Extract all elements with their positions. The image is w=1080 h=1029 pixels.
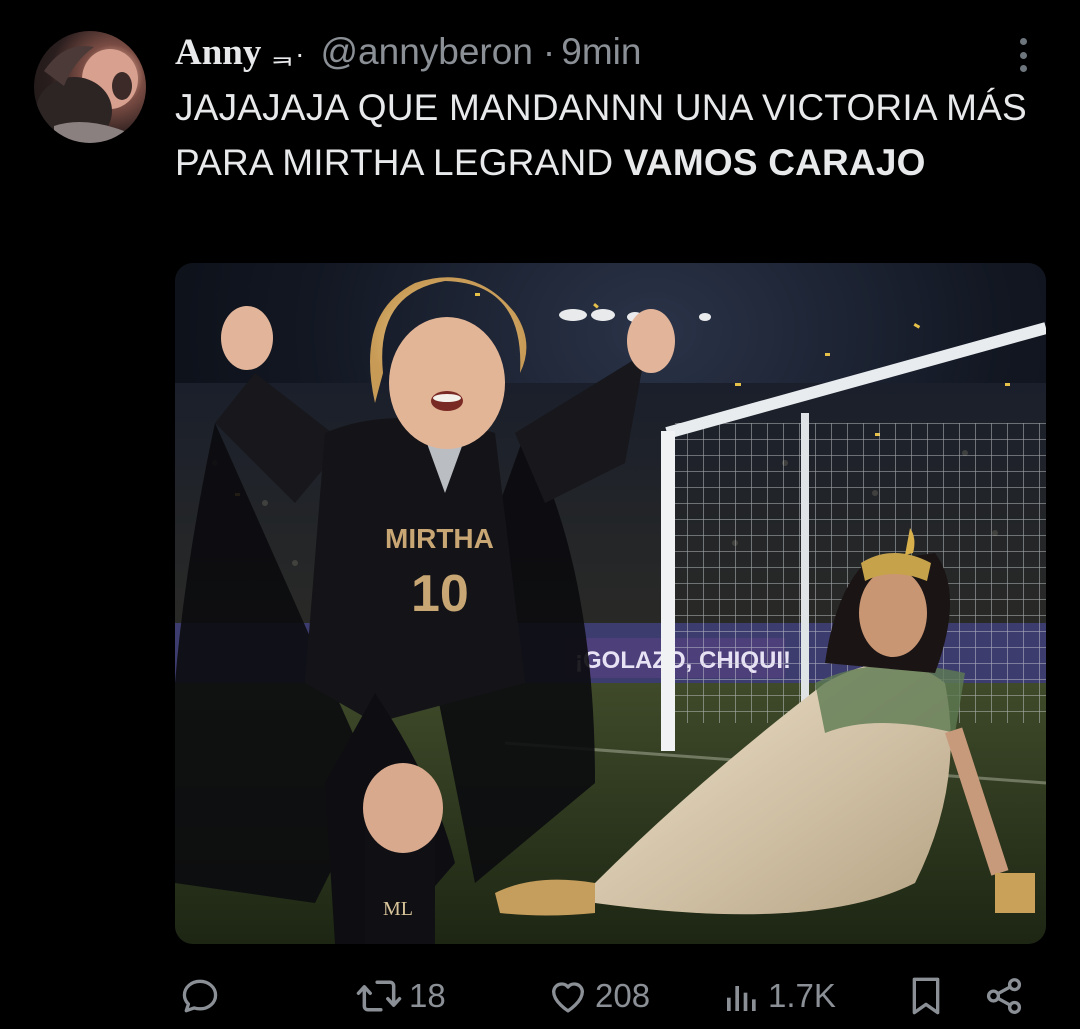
jersey-name: MIRTHA	[385, 523, 494, 554]
jersey-number: 10	[411, 565, 469, 623]
tweet-actions: 18 208 1.7K	[175, 968, 1035, 1024]
tweet-text: JAJAJAJA QUE MANDANNN UNA VICTORIA MÁS P…	[175, 80, 1035, 190]
author-name-emoji: ᆿ·	[269, 38, 305, 69]
like-button[interactable]: 208	[547, 968, 650, 1024]
more-options-icon[interactable]	[1013, 38, 1033, 72]
tweet: Anny ᆿ· @annyberon · 9min JAJAJAJA QUE M…	[0, 0, 1080, 1029]
reply-icon	[182, 979, 218, 1013]
views-count: 1.7K	[768, 977, 836, 1014]
tweet-header: Anny ᆿ· @annyberon · 9min	[175, 28, 641, 76]
share-icon	[986, 978, 1022, 1014]
bookmark-button[interactable]	[906, 968, 946, 1024]
avatar[interactable]	[34, 31, 146, 143]
author-handle[interactable]: @annyberon	[320, 31, 532, 73]
tweet-media-image[interactable]: ¡GOLAZO, CHIQUI! MIRTHA 10 ML	[175, 263, 1046, 944]
bookmark-icon	[912, 977, 940, 1015]
tweet-text-bold: VAMOS CARAJO	[623, 142, 926, 183]
retweet-button[interactable]: 18	[355, 968, 446, 1024]
heart-icon	[551, 982, 585, 1013]
like-count: 208	[595, 977, 651, 1014]
views-bar-chart-icon	[727, 986, 756, 1011]
retweet-icon	[356, 980, 402, 1012]
retweet-count: 18	[409, 977, 446, 1014]
timestamp[interactable]: 9min	[561, 31, 641, 73]
sock-initials: ML	[383, 898, 413, 920]
views-button[interactable]: 1.7K	[722, 968, 836, 1024]
reply-button[interactable]	[178, 968, 222, 1024]
author-name[interactable]: Anny	[175, 31, 261, 74]
share-button[interactable]	[983, 968, 1025, 1024]
separator-dot: ·	[542, 31, 556, 72]
